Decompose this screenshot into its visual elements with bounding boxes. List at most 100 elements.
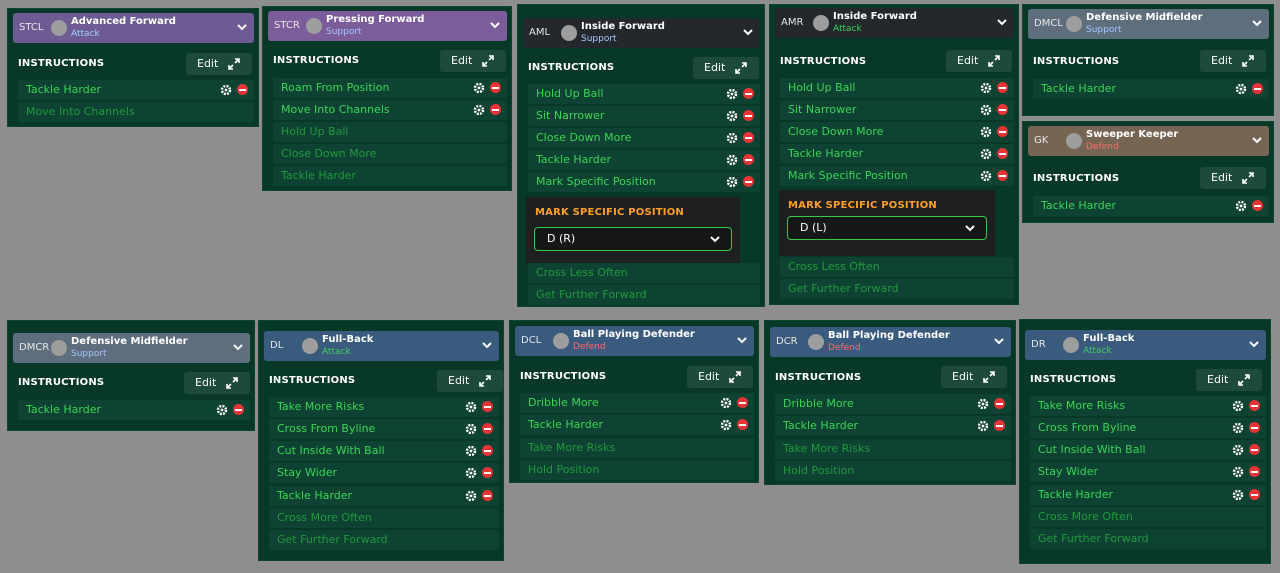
instruction-row[interactable]: Hold Position — [520, 460, 754, 480]
remove-icon[interactable] — [1249, 400, 1260, 411]
instruction-row[interactable]: Tackle Harder — [520, 415, 754, 435]
instruction-row[interactable]: Take More Risks — [269, 397, 499, 417]
role-selector[interactable]: DR Full-Back Attack — [1025, 330, 1266, 360]
instruction-row[interactable]: Tackle Harder — [269, 486, 499, 506]
instruction-row[interactable]: Move Into Channels — [273, 100, 507, 120]
gear-icon[interactable] — [465, 401, 477, 413]
role-selector[interactable]: DL Full-Back Attack — [264, 331, 499, 361]
instruction-row[interactable]: Take More Risks — [1030, 396, 1266, 416]
edit-button[interactable]: Edit — [946, 50, 1012, 72]
gear-icon[interactable] — [465, 467, 477, 479]
gear-icon[interactable] — [977, 398, 989, 410]
gear-icon[interactable] — [977, 420, 989, 432]
instruction-row[interactable]: Tackle Harder — [18, 80, 254, 100]
instruction-row[interactable]: Take More Risks — [520, 438, 754, 458]
instruction-row[interactable]: Get Further Forward — [1030, 529, 1266, 549]
instruction-row[interactable]: Close Down More — [273, 144, 507, 164]
instruction-row[interactable]: Dribble More — [520, 393, 754, 413]
remove-icon[interactable] — [997, 104, 1008, 115]
gear-icon[interactable] — [465, 423, 477, 435]
instruction-row[interactable]: Tackle Harder — [1033, 79, 1269, 99]
remove-icon[interactable] — [237, 84, 248, 95]
gear-icon[interactable] — [720, 397, 732, 409]
remove-icon[interactable] — [997, 82, 1008, 93]
gear-icon[interactable] — [465, 490, 477, 502]
gear-icon[interactable] — [1232, 466, 1244, 478]
role-selector[interactable]: AMR Inside Forward Attack — [775, 8, 1014, 38]
instruction-row[interactable]: Stay Wider — [1030, 462, 1266, 482]
remove-icon[interactable] — [737, 419, 748, 430]
remove-icon[interactable] — [997, 126, 1008, 137]
instruction-row[interactable]: Tackle Harder — [775, 416, 1011, 436]
instruction-row[interactable]: Dribble More — [775, 394, 1011, 414]
instruction-row[interactable]: Tackle Harder — [528, 150, 760, 170]
instruction-row[interactable]: Mark Specific Position — [528, 172, 760, 192]
remove-icon[interactable] — [994, 420, 1005, 431]
gear-icon[interactable] — [220, 84, 232, 96]
instruction-row[interactable]: Cut Inside With Ball — [1030, 440, 1266, 460]
gear-icon[interactable] — [1232, 400, 1244, 412]
gear-icon[interactable] — [216, 404, 228, 416]
role-selector[interactable]: DMCL Defensive Midfielder Support — [1028, 9, 1269, 39]
remove-icon[interactable] — [994, 398, 1005, 409]
instruction-row[interactable]: Cross Less Often — [528, 263, 760, 283]
role-selector[interactable]: GK Sweeper Keeper Defend — [1028, 126, 1269, 156]
remove-icon[interactable] — [743, 110, 754, 121]
remove-icon[interactable] — [743, 132, 754, 143]
instruction-row[interactable]: Roam From Position — [273, 78, 507, 98]
remove-icon[interactable] — [743, 154, 754, 165]
gear-icon[interactable] — [473, 104, 485, 116]
instruction-row[interactable]: Tackle Harder — [18, 400, 250, 420]
instruction-row[interactable]: Close Down More — [528, 128, 760, 148]
instruction-row[interactable]: Hold Up Ball — [273, 122, 507, 142]
gear-icon[interactable] — [1235, 83, 1247, 95]
remove-icon[interactable] — [743, 176, 754, 187]
instruction-row[interactable]: Get Further Forward — [528, 285, 760, 305]
edit-button[interactable]: Edit — [184, 372, 250, 394]
role-selector[interactable]: DCR Ball Playing Defender Defend — [770, 327, 1011, 357]
instruction-row[interactable]: Hold Up Ball — [528, 84, 760, 104]
remove-icon[interactable] — [1252, 83, 1263, 94]
instruction-row[interactable]: Cross More Often — [269, 508, 499, 528]
instruction-row[interactable]: Close Down More — [780, 122, 1014, 142]
gear-icon[interactable] — [726, 176, 738, 188]
edit-button[interactable]: Edit — [437, 370, 503, 392]
gear-icon[interactable] — [726, 132, 738, 144]
gear-icon[interactable] — [465, 445, 477, 457]
role-selector[interactable]: STCR Pressing Forward Support — [268, 11, 507, 41]
gear-icon[interactable] — [980, 104, 992, 116]
instruction-row[interactable]: Mark Specific Position — [780, 166, 1014, 186]
instruction-row[interactable]: Hold Up Ball — [780, 78, 1014, 98]
edit-button[interactable]: Edit — [440, 50, 506, 72]
instruction-row[interactable]: Tackle Harder — [1033, 196, 1269, 216]
gear-icon[interactable] — [980, 126, 992, 138]
edit-button[interactable]: Edit — [687, 366, 753, 388]
gear-icon[interactable] — [473, 82, 485, 94]
remove-icon[interactable] — [1252, 200, 1263, 211]
role-selector[interactable]: DMCR Defensive Midfielder Support — [13, 333, 250, 363]
remove-icon[interactable] — [1249, 422, 1260, 433]
instruction-row[interactable]: Tackle Harder — [780, 144, 1014, 164]
gear-icon[interactable] — [1235, 200, 1247, 212]
instruction-row[interactable]: Get Further Forward — [780, 279, 1014, 299]
mark-position-dropdown[interactable]: D (R) — [534, 227, 732, 251]
remove-icon[interactable] — [482, 401, 493, 412]
edit-button[interactable]: Edit — [1196, 369, 1262, 391]
instruction-row[interactable]: Cross From Byline — [1030, 418, 1266, 438]
edit-button[interactable]: Edit — [941, 366, 1007, 388]
edit-button[interactable]: Edit — [1200, 50, 1266, 72]
instruction-row[interactable]: Move Into Channels — [18, 102, 254, 122]
gear-icon[interactable] — [980, 170, 992, 182]
instruction-row[interactable]: Stay Wider — [269, 463, 499, 483]
remove-icon[interactable] — [737, 397, 748, 408]
gear-icon[interactable] — [726, 110, 738, 122]
edit-button[interactable]: Edit — [1200, 167, 1266, 189]
instruction-row[interactable]: Get Further Forward — [269, 530, 499, 550]
role-selector[interactable]: DCL Ball Playing Defender Defend — [515, 326, 754, 356]
instruction-row[interactable]: Take More Risks — [775, 439, 1011, 459]
remove-icon[interactable] — [482, 423, 493, 434]
remove-icon[interactable] — [490, 82, 501, 93]
instruction-row[interactable]: Cross From Byline — [269, 419, 499, 439]
gear-icon[interactable] — [1232, 422, 1244, 434]
instruction-row[interactable]: Cut Inside With Ball — [269, 441, 499, 461]
